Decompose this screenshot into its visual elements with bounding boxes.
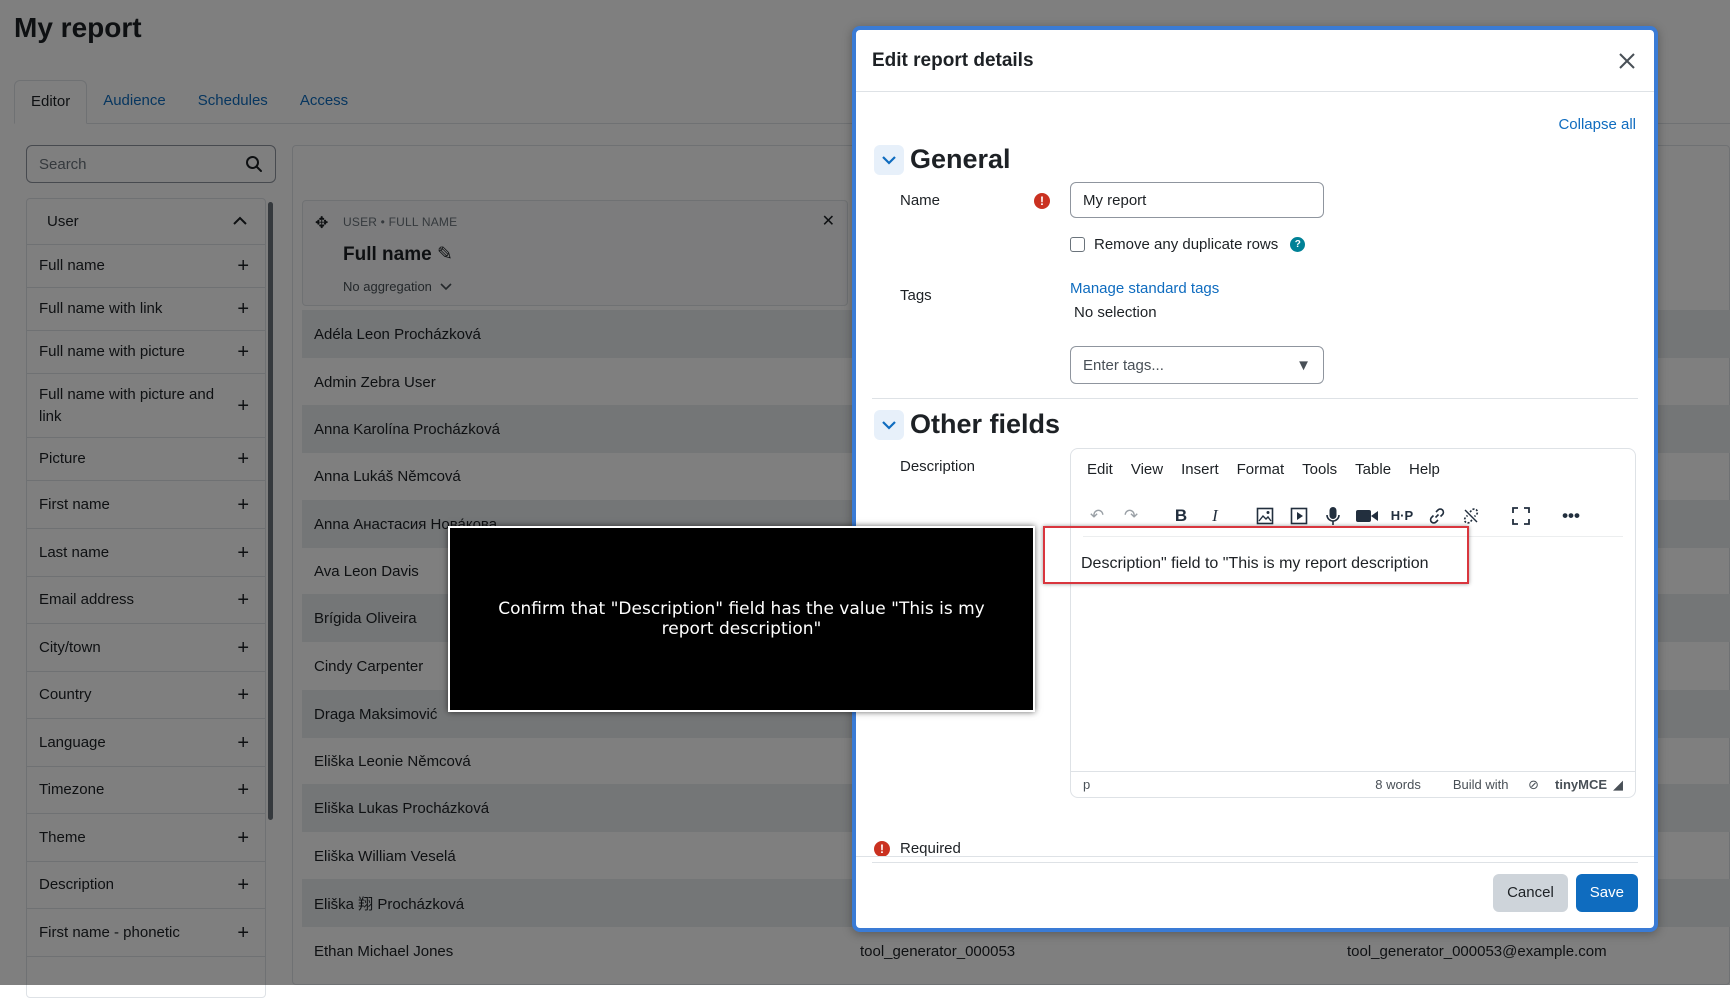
- duplicate-rows-checkbox[interactable]: [1070, 237, 1085, 252]
- description-editor: Edit View Insert Format Tools Table Help…: [1070, 448, 1636, 798]
- save-button[interactable]: Save: [1575, 873, 1638, 912]
- section-general-header[interactable]: General: [874, 144, 1011, 175]
- edit-report-modal: Edit report details Collapse all General…: [852, 26, 1658, 932]
- name-input[interactable]: My report: [1070, 182, 1324, 218]
- annotation-caption: Confirm that "Description" field has the…: [448, 526, 1035, 712]
- menu-help[interactable]: Help: [1409, 461, 1440, 478]
- tinymce-logo-icon: ⊘: [1528, 776, 1539, 792]
- editor-menubar: Edit View Insert Format Tools Table Help: [1071, 449, 1635, 478]
- required-label: Required: [900, 840, 961, 857]
- menu-table[interactable]: Table: [1355, 461, 1391, 478]
- build-with[interactable]: Build with ⊘ tinyMCE: [1437, 777, 1607, 793]
- modal-title: Edit report details: [872, 49, 1034, 71]
- word-count[interactable]: 8 words: [1375, 777, 1421, 792]
- collapse-all-link[interactable]: Collapse all: [1558, 116, 1636, 133]
- duplicate-rows-option: Remove any duplicate rows ?: [1070, 236, 1306, 253]
- section-title: General: [910, 144, 1011, 174]
- menu-format[interactable]: Format: [1237, 461, 1285, 478]
- annotation-highlight-box: [1043, 526, 1469, 584]
- name-label: Name: [900, 192, 941, 209]
- fullscreen-icon[interactable]: [1507, 502, 1535, 530]
- required-icon: !: [874, 840, 890, 857]
- chevron-down-icon[interactable]: [874, 409, 904, 440]
- close-icon[interactable]: [1616, 50, 1638, 72]
- modal-footer: Cancel Save: [856, 856, 1654, 928]
- menu-edit[interactable]: Edit: [1087, 461, 1113, 478]
- help-icon[interactable]: ?: [1290, 237, 1306, 252]
- cancel-button[interactable]: Cancel: [1493, 873, 1568, 912]
- tags-label: Tags: [900, 287, 932, 304]
- menu-insert[interactable]: Insert: [1181, 461, 1219, 478]
- editor-statusbar: p 8 words Build with ⊘ tinyMCE ◢: [1071, 771, 1635, 797]
- tags-placeholder: Enter tags...: [1083, 356, 1164, 374]
- more-icon[interactable]: •••: [1557, 502, 1585, 530]
- required-note: ! Required: [874, 840, 961, 857]
- element-path[interactable]: p: [1083, 777, 1090, 792]
- chevron-down-icon[interactable]: [874, 144, 904, 175]
- section-divider: [872, 398, 1638, 399]
- menu-tools[interactable]: Tools: [1302, 461, 1337, 478]
- dropdown-arrow-icon[interactable]: ▼: [1296, 357, 1311, 374]
- section-other-header[interactable]: Other fields: [874, 409, 1060, 440]
- menu-view[interactable]: View: [1131, 461, 1163, 478]
- tags-selection: No selection: [1074, 304, 1157, 321]
- description-label: Description: [900, 458, 976, 475]
- duplicate-rows-label[interactable]: Remove any duplicate rows: [1094, 236, 1278, 253]
- modal-header: Edit report details: [856, 30, 1654, 92]
- resize-handle-icon[interactable]: ◢: [1613, 777, 1623, 793]
- section-title: Other fields: [910, 409, 1061, 439]
- tinymce-brand: tinyMCE: [1555, 776, 1607, 792]
- manage-tags-link[interactable]: Manage standard tags: [1070, 280, 1219, 297]
- required-icon: !: [1034, 193, 1050, 209]
- tags-input[interactable]: Enter tags... ▼: [1070, 346, 1324, 384]
